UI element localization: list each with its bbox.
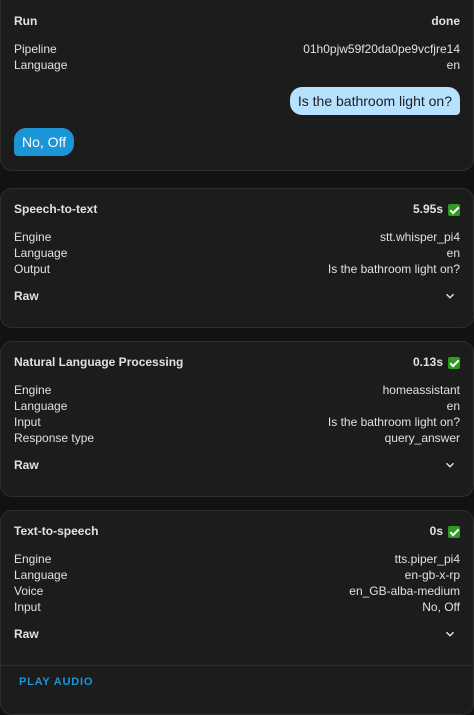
tts-title: Text-to-speech <box>14 524 99 538</box>
stt-header: Speech-to-text 5.95s <box>14 201 460 217</box>
tts-input-value: No, Off <box>422 600 460 614</box>
tts-raw-label: Raw <box>14 627 39 641</box>
stt-engine-label: Engine <box>14 230 52 244</box>
nlp-input-label: Input <box>14 415 41 429</box>
nlp-language-value: en <box>446 399 460 413</box>
tts-raw-expander[interactable]: Raw <box>14 625 460 643</box>
stt-card: Speech-to-text 5.95s Engine stt.whisper_… <box>0 188 474 328</box>
pipeline-value: 01h0pjw59f20da0pe9vcfjre14 <box>303 42 460 56</box>
check-icon <box>448 525 460 538</box>
check-icon <box>448 356 460 369</box>
stt-time-wrap: 5.95s <box>413 202 460 216</box>
stt-raw-label: Raw <box>14 289 39 303</box>
stt-title: Speech-to-text <box>14 202 98 216</box>
run-card: Run done Pipeline 01h0pjw59f20da0pe9vcfj… <box>0 0 474 171</box>
stt-row: Language en <box>14 245 460 261</box>
stt-language-label: Language <box>14 246 68 260</box>
tts-row: Language en-gb-x-rp <box>14 567 460 583</box>
language-row: Language en <box>14 57 460 73</box>
stt-engine-value: stt.whisper_pi4 <box>379 230 460 244</box>
stt-output-value: Is the bathroom light on? <box>327 262 460 276</box>
nlp-raw-label: Raw <box>14 458 39 472</box>
tts-engine-value: tts.piper_pi4 <box>394 552 460 566</box>
nlp-row: Response type query_answer <box>14 430 460 446</box>
language-label: Language <box>14 58 68 72</box>
nlp-engine-label: Engine <box>14 383 52 397</box>
nlp-title: Natural Language Processing <box>14 355 184 369</box>
nlp-input-value: Is the bathroom light on? <box>327 415 460 429</box>
run-status: done <box>431 14 460 28</box>
nlp-header: Natural Language Processing 0.13s <box>14 354 460 370</box>
nlp-response-type-value: query_answer <box>384 431 460 445</box>
tts-voice-value: en_GB-alba-medium <box>349 584 460 598</box>
tts-voice-label: Voice <box>14 584 44 598</box>
chevron-down-icon <box>445 631 455 637</box>
chevron-down-icon <box>445 293 455 299</box>
assistant-message-bubble: No, Off <box>14 128 75 156</box>
stt-time: 5.95s <box>412 202 443 216</box>
tts-time-wrap: 0s <box>430 524 460 538</box>
stt-language-value: en <box>446 246 460 260</box>
nlp-time: 0.13s <box>412 355 443 369</box>
chevron-down-icon <box>445 462 455 468</box>
tts-row: Input No, Off <box>14 599 460 615</box>
tts-engine-label: Engine <box>14 552 52 566</box>
tts-input-label: Input <box>14 600 41 614</box>
nlp-response-type-label: Response type <box>14 431 95 445</box>
tts-header: Text-to-speech 0s <box>14 523 460 539</box>
nlp-card: Natural Language Processing 0.13s Engine… <box>0 341 474 497</box>
nlp-time-wrap: 0.13s <box>413 355 460 369</box>
card-actions-divider <box>1 665 473 666</box>
pipeline-label: Pipeline <box>14 42 57 56</box>
tts-language-label: Language <box>14 568 68 582</box>
nlp-raw-expander[interactable]: Raw <box>14 456 460 474</box>
run-header: Run done <box>14 13 460 29</box>
stt-raw-expander[interactable]: Raw <box>14 287 460 305</box>
nlp-engine-value: homeassistant <box>382 383 460 397</box>
nlp-language-label: Language <box>14 399 68 413</box>
play-audio-button[interactable]: PLAY AUDIO <box>19 676 93 688</box>
tts-row: Voice en_GB-alba-medium <box>14 583 460 599</box>
tts-row: Engine tts.piper_pi4 <box>14 551 460 567</box>
pipeline-row: Pipeline 01h0pjw59f20da0pe9vcfjre14 <box>14 41 460 57</box>
nlp-row: Engine homeassistant <box>14 382 460 398</box>
user-message-bubble: Is the bathroom light on? <box>289 87 460 115</box>
nlp-row: Input Is the bathroom light on? <box>14 414 460 430</box>
tts-time: 0s <box>429 524 443 538</box>
check-icon <box>448 203 460 216</box>
language-value: en <box>446 58 460 72</box>
stt-row: Output Is the bathroom light on? <box>14 261 460 277</box>
run-title: Run <box>14 14 38 28</box>
stt-row: Engine stt.whisper_pi4 <box>14 229 460 245</box>
nlp-row: Language en <box>14 398 460 414</box>
stt-output-label: Output <box>14 262 51 276</box>
tts-language-value: en-gb-x-rp <box>404 568 460 582</box>
